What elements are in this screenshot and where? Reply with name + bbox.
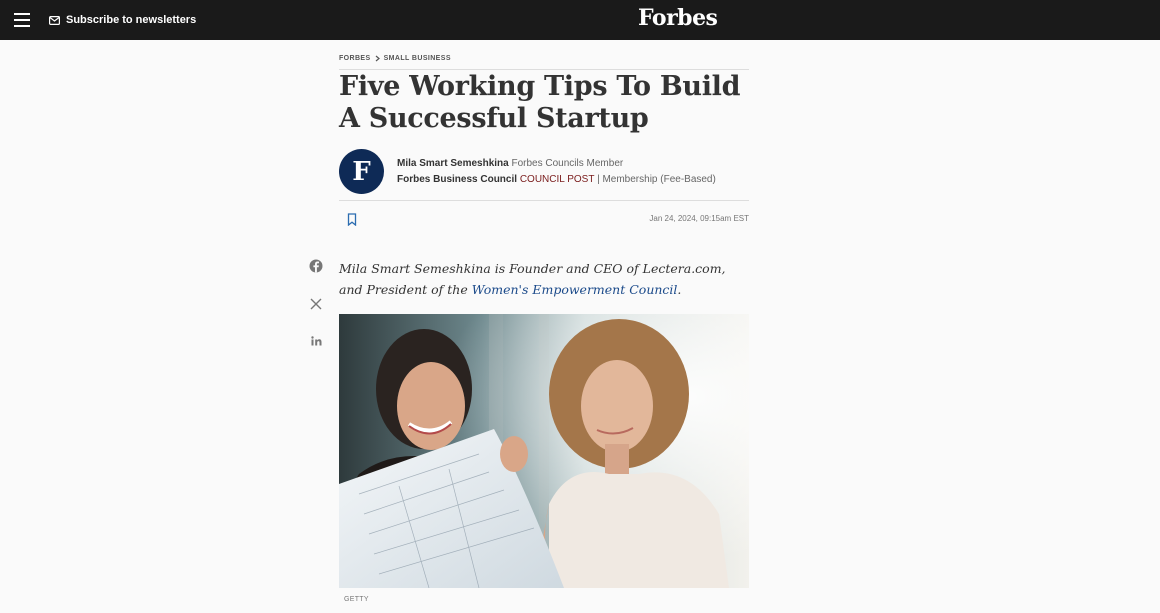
breadcrumb: FORBES SMALL BUSINESS — [339, 55, 451, 62]
mail-icon — [49, 15, 60, 25]
article-standfirst: Mila Smart Semeshkina is Founder and CEO… — [339, 258, 749, 300]
author-role: Forbes Councils Member — [511, 158, 624, 169]
breadcrumb-small-business[interactable]: SMALL BUSINESS — [384, 55, 451, 62]
top-navigation-bar: Subscribe to newsletters Forbes — [0, 0, 1160, 40]
author-name[interactable]: Mila Smart Semeshkina — [397, 158, 509, 169]
subscribe-newsletters-button[interactable]: Subscribe to newsletters — [49, 13, 196, 27]
membership-label: Membership (Fee-Based) — [602, 174, 716, 185]
divider — [339, 69, 749, 70]
forbes-logo[interactable]: Forbes — [638, 5, 718, 31]
publish-date: Jan 24, 2024, 09:15am EST — [649, 214, 749, 223]
article-title: Five Working Tips To Build A Successful … — [339, 71, 741, 134]
breadcrumb-forbes[interactable]: FORBES — [339, 55, 371, 62]
image-credit: GETTY — [344, 596, 369, 603]
chevron-right-icon — [375, 55, 380, 62]
separator: | — [597, 174, 600, 185]
author-avatar[interactable]: F — [339, 149, 384, 194]
council-post-label: COUNCIL POST — [519, 174, 595, 185]
menu-icon[interactable] — [14, 13, 30, 27]
linkedin-icon[interactable] — [309, 334, 323, 348]
subscribe-label: Subscribe to newsletters — [66, 14, 197, 26]
x-icon[interactable] — [309, 297, 323, 311]
facebook-icon[interactable] — [309, 259, 323, 273]
womens-empowerment-council-link[interactable]: Women's Empowerment Council — [472, 282, 678, 297]
standfirst-end: . — [677, 282, 682, 297]
hero-image — [339, 314, 749, 588]
council-line: Forbes Business Council COUNCIL POST | M… — [397, 174, 716, 185]
council-name[interactable]: Forbes Business Council — [397, 174, 517, 185]
bookmark-icon[interactable] — [346, 213, 358, 226]
author-line: Mila Smart Semeshkina Forbes Councils Me… — [397, 158, 623, 169]
divider — [339, 200, 749, 201]
